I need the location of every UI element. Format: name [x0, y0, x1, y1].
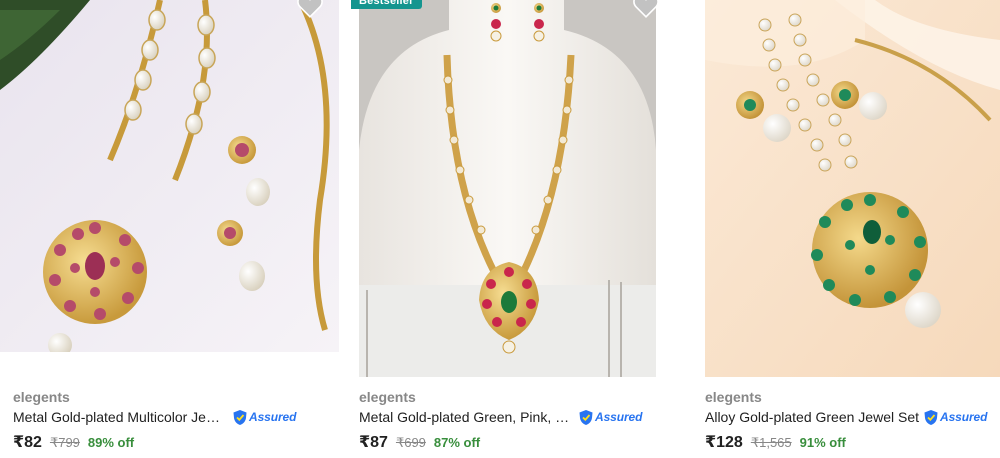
- bestseller-badge: Bestseller: [351, 0, 422, 9]
- discount-label: 91% off: [799, 435, 846, 450]
- product-brand: elegents: [705, 389, 762, 405]
- heart-icon: [297, 0, 323, 18]
- wishlist-button[interactable]: [297, 0, 323, 18]
- discount-label: 87% off: [433, 435, 481, 450]
- mrp-price: ₹799: [49, 435, 80, 450]
- selling-price: ₹87: [359, 434, 388, 451]
- assured-label: Assured: [940, 410, 988, 424]
- product-title[interactable]: Metal Gold-plated Multicolor Jewel Set: [13, 407, 228, 427]
- product-image[interactable]: [0, 0, 339, 352]
- product-brand: elegents: [359, 389, 416, 405]
- product-image[interactable]: [705, 0, 1000, 377]
- wishlist-button[interactable]: [633, 0, 659, 18]
- product-title[interactable]: Alloy Gold-plated Green Jewel Set: [705, 407, 919, 427]
- product-brand: elegents: [13, 389, 70, 405]
- heart-icon: [633, 0, 659, 18]
- assured-label: Assured: [249, 410, 297, 424]
- assured-shield-icon: [579, 409, 593, 425]
- assured-badge: Assured: [232, 409, 296, 426]
- product-image[interactable]: [359, 0, 656, 377]
- assured-shield-icon: [233, 409, 247, 425]
- mrp-price: ₹699: [395, 435, 426, 450]
- product-title[interactable]: Metal Gold-plated Green, Pink, Gold Jewe…: [359, 407, 574, 427]
- assured-shield-icon: [924, 409, 938, 425]
- assured-badge: Assured: [578, 409, 642, 426]
- assured-badge: Assured: [923, 409, 987, 426]
- selling-price: ₹82: [13, 434, 42, 451]
- product-card[interactable]: elegents Alloy Gold-plated Green Jewel S…: [705, 0, 1000, 458]
- product-card[interactable]: Bestseller elegents Metal Gold-plated Gr…: [351, 0, 659, 458]
- discount-label: 89% off: [87, 435, 135, 450]
- mrp-price: ₹1,565: [750, 435, 792, 450]
- assured-label: Assured: [595, 410, 643, 424]
- selling-price: ₹128: [705, 434, 743, 451]
- product-card[interactable]: elegents Metal Gold-plated Multicolor Je…: [0, 0, 339, 458]
